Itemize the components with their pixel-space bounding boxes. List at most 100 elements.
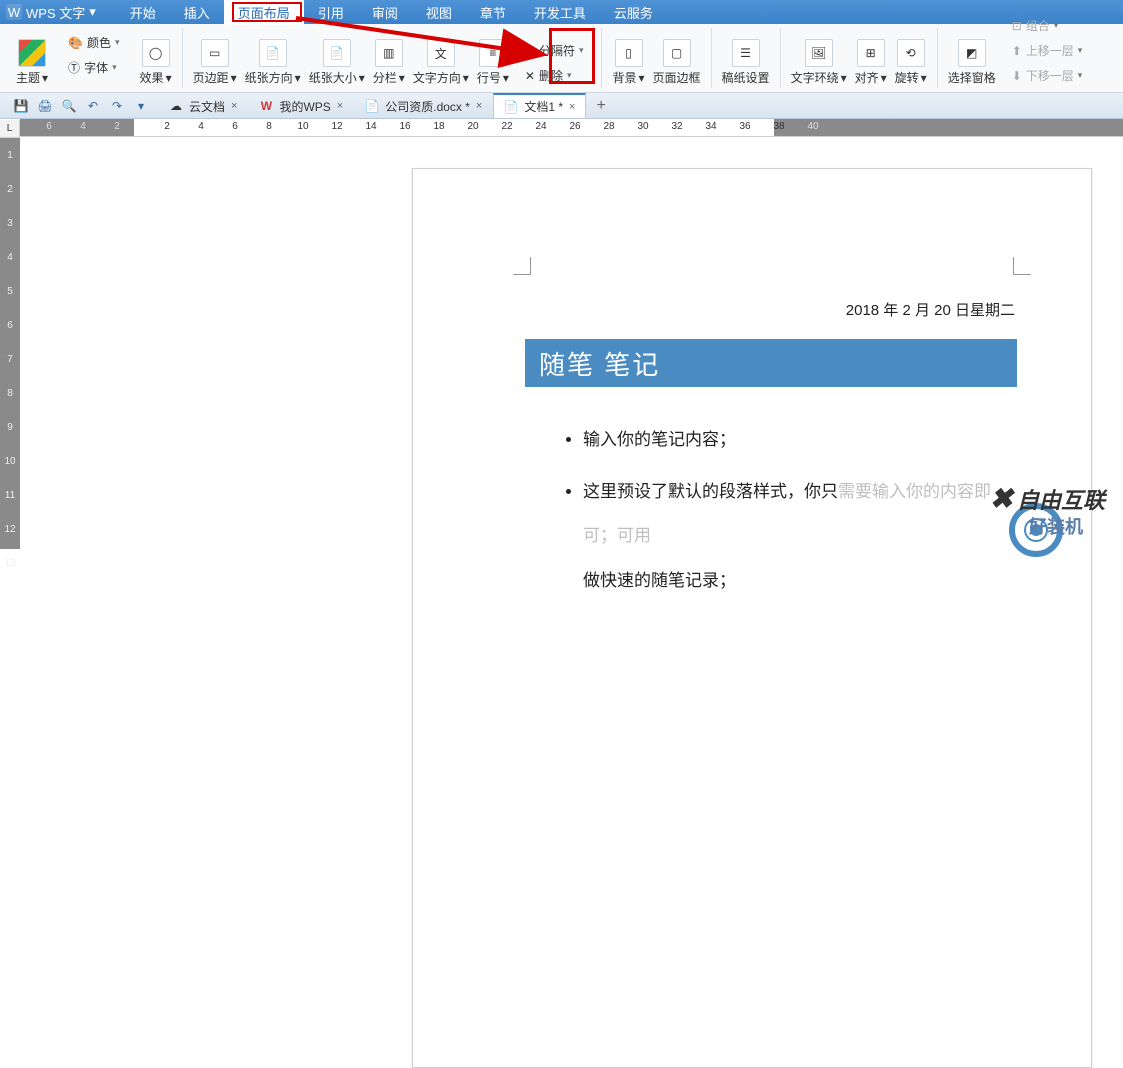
watermark-1: ✖ 自由互联 — [990, 482, 1105, 515]
doctab-doc2-label: 文档1 * — [524, 98, 563, 115]
ruler-corner[interactable]: L — [0, 120, 20, 138]
tab-reference[interactable]: 引用 — [304, 0, 358, 25]
ribbon-group-arrange: 🖼文字环绕▾ ⊞对齐▾ ⟲旋转▾ — [781, 28, 938, 88]
wrap-button[interactable]: 🖼文字环绕▾ — [787, 30, 851, 88]
effect-button[interactable]: ◯ 效果▾ — [136, 30, 176, 88]
align-button[interactable]: ⊞对齐▾ — [851, 30, 891, 88]
combine-label: 组合 — [1026, 17, 1050, 34]
movedown-button[interactable]: ⬇下移一层▾ — [1006, 65, 1089, 86]
doctab-clouddoc-close[interactable]: × — [231, 100, 237, 112]
qat-undo-icon[interactable]: ↶ — [84, 97, 102, 115]
qat-preview-icon[interactable]: 🔍 — [60, 97, 78, 115]
moveup-button[interactable]: ⬆上移一层▾ — [1006, 40, 1089, 61]
margin-label: 页边距 — [193, 69, 229, 86]
bullet-2[interactable]: 这里预设了默认的段落样式，你只需要输入你的内容即可；可用 做快速的随笔记录； — [583, 470, 1017, 603]
textdir-button[interactable]: 文文字方向▾ — [409, 30, 473, 88]
doctab-doc2[interactable]: 📄 文档1 * × — [493, 93, 586, 118]
document-bullets[interactable]: 输入你的笔记内容； 这里预设了默认的段落样式，你只需要输入你的内容即可；可用 做… — [543, 418, 1017, 611]
app-title-text: WPS 文字 — [26, 3, 85, 22]
wrap-icon: 🖼 — [805, 39, 833, 67]
doctab-doc1[interactable]: 📄 公司资质.docx * × — [354, 94, 493, 118]
pageborder-button[interactable]: ▢ 页面边框 — [649, 30, 705, 88]
margin-button[interactable]: ▭页边距▾ — [189, 30, 241, 88]
columns-label: 分栏 — [373, 69, 397, 86]
qat-redo-icon[interactable]: ↷ — [108, 97, 126, 115]
ribbon-group-page-setup: ▭页边距▾ 📄纸张方向▾ 📄纸张大小▾ ▥分栏▾ 文文字方向▾ ≡行号▾ ↵分隔… — [183, 28, 603, 88]
rotate-button[interactable]: ⟲旋转▾ — [891, 30, 931, 88]
background-label: 背景 — [612, 69, 636, 86]
size-button[interactable]: 📄纸张大小▾ — [305, 30, 369, 88]
doctab-clouddoc[interactable]: ☁ 云文档 × — [158, 94, 248, 118]
qat-print-icon[interactable]: 🖨 — [36, 97, 54, 115]
doctab-clouddoc-label: 云文档 — [189, 98, 225, 115]
document-tabs: 💾 🖨 🔍 ↶ ↷ ▾ ☁ 云文档 × W 我的WPS × 📄 公司资质.doc… — [0, 93, 1123, 119]
ruler-horizontal[interactable]: 642246810121416182022242628303234363840 — [20, 119, 1123, 137]
size-label: 纸张大小 — [309, 69, 357, 86]
color-button[interactable]: 🎨颜色▾ — [62, 32, 126, 53]
combine-button[interactable]: ⊡组合▾ — [1006, 15, 1089, 36]
qat-more-icon[interactable]: ▾ — [132, 97, 150, 115]
doctab-doc1-label: 公司资质.docx * — [385, 98, 470, 115]
orientation-button[interactable]: 📄纸张方向▾ — [241, 30, 305, 88]
watermark-1-text: 自由互联 — [1017, 483, 1105, 515]
tab-insert[interactable]: 插入 — [170, 0, 224, 25]
breaks-icon: ↵ — [525, 44, 535, 58]
pageborder-icon: ▢ — [663, 39, 691, 67]
titlebar: W WPS 文字 ▾ 开始 插入 页面布局 引用 审阅 视图 章节 开发工具 云… — [0, 0, 1123, 24]
tab-devtools[interactable]: 开发工具 — [520, 0, 600, 25]
doctab-mywps-label: 我的WPS — [279, 98, 330, 115]
margin-corner-tr — [1013, 257, 1031, 275]
linenum-button[interactable]: ≡行号▾ — [473, 30, 513, 88]
breaks-button[interactable]: ↵分隔符▾ — [519, 40, 590, 61]
background-button[interactable]: ▯背景▾ — [608, 30, 648, 88]
orientation-icon: 📄 — [259, 39, 287, 67]
cloud-icon: ☁ — [169, 99, 183, 113]
tab-start[interactable]: 开始 — [116, 0, 170, 25]
color-label: 颜色 — [87, 34, 111, 51]
qat-save-icon[interactable]: 💾 — [12, 97, 30, 115]
document-title[interactable]: 随笔 笔记 — [525, 339, 1017, 387]
selection-button[interactable]: ◩选择窗格 — [944, 30, 1000, 88]
theme-button[interactable]: 主题▾ — [12, 30, 52, 88]
tab-layout[interactable]: 页面布局 — [224, 0, 304, 25]
tab-cloud[interactable]: 云服务 — [600, 0, 667, 25]
doctab-doc2-close[interactable]: × — [569, 101, 575, 113]
ribbon-group-draft: ☰稿纸设置 — [712, 28, 781, 88]
quick-access-toolbar: 💾 🖨 🔍 ↶ ↷ ▾ — [4, 97, 158, 115]
theme-label: 主题 — [16, 69, 40, 86]
bullet-2a: 这里预设了默认的段落样式，你只 — [583, 482, 838, 501]
linenum-label: 行号 — [477, 69, 501, 86]
app-logo-icon: W — [6, 4, 22, 20]
bullet-1[interactable]: 输入你的笔记内容； — [583, 418, 1017, 462]
theme-icon — [18, 39, 46, 67]
font-button[interactable]: Ⓣ字体▾ — [62, 57, 126, 78]
doctab-mywps[interactable]: W 我的WPS × — [248, 94, 354, 118]
font-icon: Ⓣ — [68, 59, 80, 76]
menu-tabs: 开始 插入 页面布局 引用 审阅 视图 章节 开发工具 云服务 — [116, 0, 667, 24]
doctab-doc1-close[interactable]: × — [476, 100, 482, 112]
background-icon: ▯ — [615, 39, 643, 67]
pageborder-label: 页面边框 — [653, 69, 701, 86]
doctab-mywps-close[interactable]: × — [337, 100, 343, 112]
ribbon-group-selection: ◩选择窗格 ⊡组合▾ ⬆上移一层▾ ⬇下移一层▾ — [938, 28, 1101, 88]
align-icon: ⊞ — [857, 39, 885, 67]
wrap-label: 文字环绕 — [791, 69, 839, 86]
rotate-label: 旋转 — [895, 69, 919, 86]
movedown-label: 下移一层 — [1026, 67, 1074, 84]
app-menu-dropdown-icon[interactable]: ▾ — [89, 4, 96, 20]
movedown-icon: ⬇ — [1012, 69, 1022, 83]
margin-icon: ▭ — [201, 39, 229, 67]
textdir-icon: 文 — [427, 39, 455, 67]
delete-blank-button[interactable]: ✕删除▾ — [519, 65, 590, 86]
align-label: 对齐 — [855, 69, 879, 86]
tab-review[interactable]: 审阅 — [358, 0, 412, 25]
draft-icon: ☰ — [732, 39, 760, 67]
tab-section[interactable]: 章节 — [466, 0, 520, 25]
columns-button[interactable]: ▥分栏▾ — [369, 30, 409, 88]
textdir-label: 文字方向 — [413, 69, 461, 86]
workspace: 2018 年 2 月 20 日星期二 随笔 笔记 输入你的笔记内容； 这里预设了… — [20, 138, 1123, 549]
tab-view[interactable]: 视图 — [412, 0, 466, 25]
doctab-add[interactable]: + — [586, 97, 615, 115]
ruler-vertical[interactable]: 12345678910111213 — [0, 138, 20, 549]
draft-button[interactable]: ☰稿纸设置 — [718, 30, 774, 88]
